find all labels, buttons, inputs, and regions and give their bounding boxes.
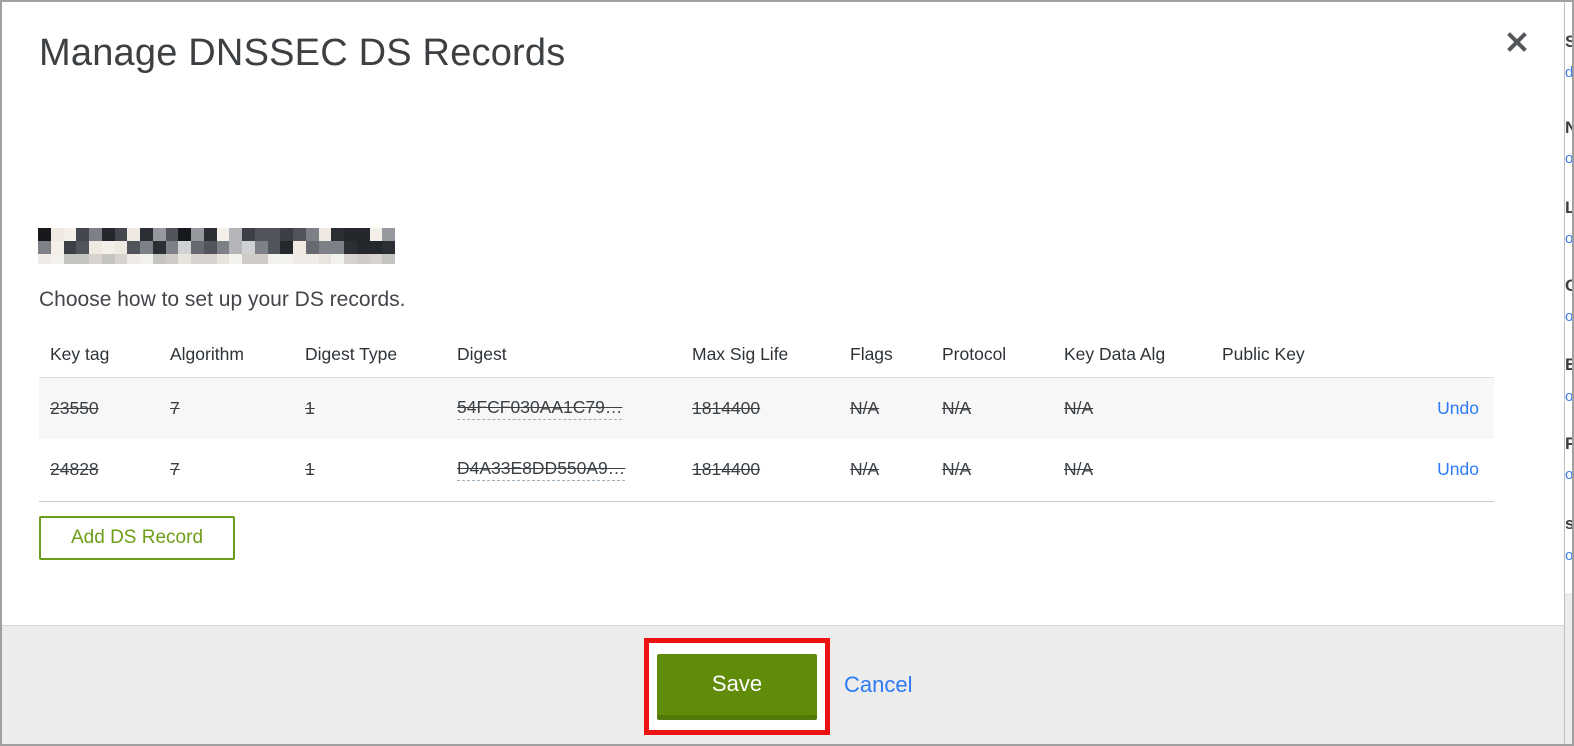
table-header-row: Key tag Algorithm Digest Type Digest Max… <box>39 332 1494 378</box>
key-data-alg-value: N/A <box>1064 397 1094 418</box>
key-data-alg-value: N/A <box>1064 459 1094 480</box>
redacted-domain-name <box>38 228 395 264</box>
add-ds-record-button[interactable]: Add DS Record <box>39 516 236 560</box>
col-header-key-data-alg: Key Data Alg <box>1053 332 1211 378</box>
modal-footer: Save Cancel <box>2 625 1564 744</box>
page-title: Manage DNSSEC DS Records <box>39 32 566 74</box>
protocol-value: N/A <box>942 397 972 418</box>
col-header-digest-type: Digest Type <box>294 332 446 378</box>
background-text-fragment: C <box>1565 276 1572 295</box>
undo-link[interactable]: Undo <box>1437 398 1479 418</box>
background-text-fragment: o <box>1565 150 1572 167</box>
close-icon[interactable] <box>1503 28 1531 56</box>
col-header-public-key: Public Key <box>1211 332 1371 378</box>
save-button[interactable]: Save <box>657 653 817 720</box>
col-header-max-sig-life: Max Sig Life <box>681 332 839 378</box>
background-footer-sliver <box>1565 593 1572 744</box>
key-tag-value: 24828 <box>50 459 99 480</box>
background-text-fragment: P <box>1565 434 1572 453</box>
col-header-digest: Digest <box>446 332 681 378</box>
table-row: 24828 7 1 D4A33E8DD550A9… 1814400 N/A N/… <box>39 439 1494 502</box>
background-text-fragment: o <box>1565 308 1572 325</box>
manage-dnssec-modal: Manage DNSSEC DS Records Choose how to s… <box>2 2 1565 744</box>
background-text-fragment: o <box>1565 230 1572 247</box>
intro-text: Choose how to set up your DS records. <box>39 288 406 311</box>
key-tag-value: 23550 <box>50 397 99 418</box>
algorithm-value: 7 <box>170 459 180 480</box>
max-sig-life-value: 1814400 <box>692 397 761 418</box>
col-header-protocol: Protocol <box>931 332 1053 378</box>
background-text-fragment: S <box>1565 32 1572 51</box>
background-text-fragment: o <box>1565 466 1572 483</box>
ds-records-table: Key tag Algorithm Digest Type Digest Max… <box>39 332 1494 502</box>
cancel-link[interactable]: Cancel <box>844 672 912 698</box>
background-page-strip: SdNoLoCoEoPoso <box>1565 2 1572 744</box>
background-text-fragment: d <box>1565 64 1572 81</box>
background-text-fragment: E <box>1565 355 1572 374</box>
background-text-fragment: N <box>1565 118 1572 137</box>
protocol-value: N/A <box>942 459 972 480</box>
flags-value: N/A <box>850 459 880 480</box>
table-row: 23550 7 1 54FCF030AA1C79… 1814400 N/A N/… <box>39 377 1494 439</box>
background-text-fragment: L <box>1565 198 1572 217</box>
background-text-fragment: o <box>1565 388 1572 405</box>
col-header-actions <box>1371 332 1494 378</box>
digest-value: 54FCF030AA1C79… <box>457 397 623 420</box>
undo-link[interactable]: Undo <box>1437 459 1479 479</box>
red-annotation-box: Save <box>644 638 830 735</box>
col-header-flags: Flags <box>839 332 931 378</box>
algorithm-value: 7 <box>170 397 180 418</box>
digest-value: D4A33E8DD550A9… <box>457 458 626 482</box>
digest-type-value: 1 <box>305 459 315 480</box>
flags-value: N/A <box>850 397 880 418</box>
max-sig-life-value: 1814400 <box>692 459 761 480</box>
background-text-fragment: o <box>1565 547 1572 564</box>
col-header-algorithm: Algorithm <box>159 332 294 378</box>
col-header-key-tag: Key tag <box>39 332 159 378</box>
background-text-fragment: s <box>1565 514 1572 533</box>
digest-type-value: 1 <box>305 397 315 418</box>
